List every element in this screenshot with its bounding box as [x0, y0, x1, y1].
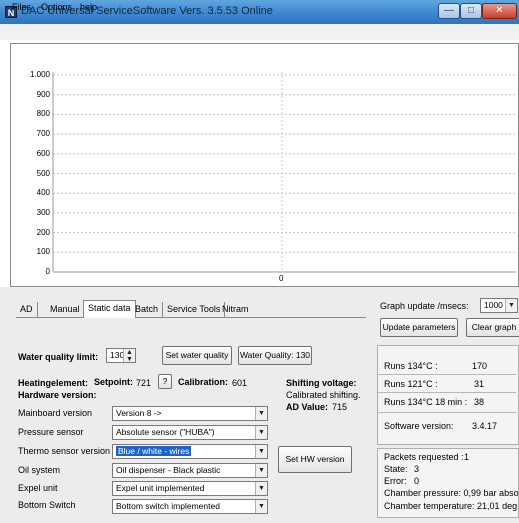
spinner-arrows-icon[interactable]: ▲ ▼ — [123, 349, 135, 362]
software-version-label: Software version: — [384, 421, 454, 431]
calibration-value: 601 — [232, 378, 248, 388]
expel-unit-label: Expel unit — [18, 483, 58, 493]
bottom-switch-value: Bottom switch implemented — [116, 501, 220, 511]
graph-update-value: 1000 — [484, 300, 503, 310]
tab-service-tools[interactable]: Service Tools — [163, 302, 226, 318]
update-parameters-button[interactable]: Update parameters — [380, 318, 458, 337]
runs-121-label: Runs 121°C : — [384, 379, 438, 389]
y-tick-label: 100 — [36, 247, 50, 257]
graph-update-label: Graph update /msecs: — [380, 301, 469, 311]
oil-system-value: Oil dispenser - Black plastic — [116, 465, 221, 475]
y-tick-label: 800 — [36, 109, 50, 119]
heatingelement-label: Heatingelement: — [18, 378, 89, 388]
y-tick-label: 200 — [36, 227, 50, 237]
ad-value-label: AD Value: — [286, 402, 329, 412]
tab-nitram[interactable]: Nitram — [218, 302, 253, 318]
chamber-temperature: Chamber temperature: 21,01 deg C — [384, 501, 518, 511]
thermo-sensor-version-value: Blue / white - wires — [116, 446, 192, 456]
chevron-down-icon[interactable]: ▼ — [255, 426, 267, 439]
y-tick-label: 600 — [36, 148, 50, 158]
thermo-sensor-version-select[interactable]: Blue / white - wires ▼ — [112, 444, 268, 459]
set-water-quality-button[interactable]: Set water quality — [162, 346, 232, 365]
water-quality-limit-label: Water quality limit: — [18, 352, 99, 362]
expel-unit-value: Expel unit implemented — [116, 483, 205, 493]
runs-134-18min-value: 38 — [474, 397, 485, 407]
y-tick-label: 400 — [36, 188, 50, 198]
shifting-voltage-title: Shifting voltage: — [286, 378, 357, 388]
chevron-down-icon[interactable]: ▼ — [505, 299, 517, 312]
error-value: 0 — [414, 476, 420, 486]
chevron-down-icon[interactable]: ▼ — [255, 464, 267, 477]
ad-value: 715 — [332, 402, 348, 412]
water-quality-button[interactable]: Water Quality: 130 — [238, 346, 312, 365]
chevron-down-icon[interactable]: ▼ — [255, 500, 267, 513]
state-value: 3 — [414, 464, 420, 474]
y-tick-label: 300 — [36, 207, 50, 217]
y-tick-label: 1.000 — [29, 70, 50, 79]
y-tick-label: 700 — [36, 129, 50, 139]
runs-134-label: Runs 134°C : — [384, 361, 438, 371]
tab-static-data[interactable]: Static data — [83, 300, 136, 318]
calibration-label: Calibration: — [178, 377, 229, 387]
bottom-switch-select[interactable]: Bottom switch implemented ▼ — [112, 499, 268, 514]
y-tick-label: 500 — [36, 168, 50, 178]
setpoint-value: 721 — [136, 378, 152, 388]
pressure-sensor-value: Absolute sensor ("HUBA") — [116, 427, 215, 437]
oil-system-select[interactable]: Oil dispenser - Black plastic ▼ — [112, 463, 268, 478]
runs-134-18min-label: Runs 134°C 18 min : — [384, 397, 468, 407]
divider — [378, 412, 516, 413]
graph-plot — [52, 72, 516, 273]
water-quality-limit-spinner[interactable]: 130 ▲ ▼ — [106, 348, 136, 363]
mainboard-version-select[interactable]: Version 8 -> ▼ — [112, 406, 268, 421]
runs-121-value: 31 — [474, 379, 485, 389]
bottom-switch-label: Bottom Switch — [18, 500, 76, 510]
error-label: Error: — [384, 476, 407, 486]
chevron-down-icon[interactable]: ▼ — [255, 482, 267, 495]
tab-ad[interactable]: AD — [16, 302, 38, 318]
mainboard-version-value: Version 8 -> — [116, 408, 162, 418]
y-tick-label: 0 — [45, 267, 50, 276]
pressure-sensor-select[interactable]: Absolute sensor ("HUBA") ▼ — [112, 425, 268, 440]
pressure-sensor-label: Pressure sensor — [18, 427, 84, 437]
set-hw-version-button[interactable]: Set HW version — [278, 446, 352, 473]
graph-update-select[interactable]: 1000 ▼ — [480, 298, 518, 313]
expel-unit-select[interactable]: Expel unit implemented ▼ — [112, 481, 268, 496]
chevron-down-icon[interactable]: ▼ — [255, 445, 267, 458]
thermo-sensor-version-label: Thermo sensor version — [18, 446, 111, 456]
oil-system-label: Oil system — [18, 465, 61, 475]
state-label: State: — [384, 464, 408, 474]
chevron-down-icon[interactable]: ▼ — [255, 407, 267, 420]
setpoint-help-button[interactable]: ? — [158, 374, 172, 389]
divider — [378, 374, 516, 375]
runs-134-value: 170 — [472, 361, 488, 371]
tab-manual[interactable]: Manual — [46, 302, 85, 318]
hardware-version-title: Hardware version: — [18, 390, 97, 400]
packets-requested-value: 1 — [464, 452, 470, 462]
chamber-pressure: Chamber pressure: 0,99 bar absolut — [384, 488, 518, 498]
setpoint-label: Setpoint: — [94, 377, 133, 387]
divider — [378, 392, 516, 393]
x-tick-label: 0 — [279, 274, 284, 283]
mainboard-version-label: Mainboard version — [18, 408, 93, 418]
packets-requested-label: Packets requested : — [384, 452, 464, 462]
software-version-value: 3.4.17 — [472, 421, 498, 431]
tab-batch[interactable]: Batch — [131, 302, 164, 318]
y-tick-label: 900 — [36, 89, 50, 99]
clear-graph-button[interactable]: Clear graph — [466, 318, 519, 337]
shifting-status: Calibrated shifting. — [286, 390, 361, 400]
